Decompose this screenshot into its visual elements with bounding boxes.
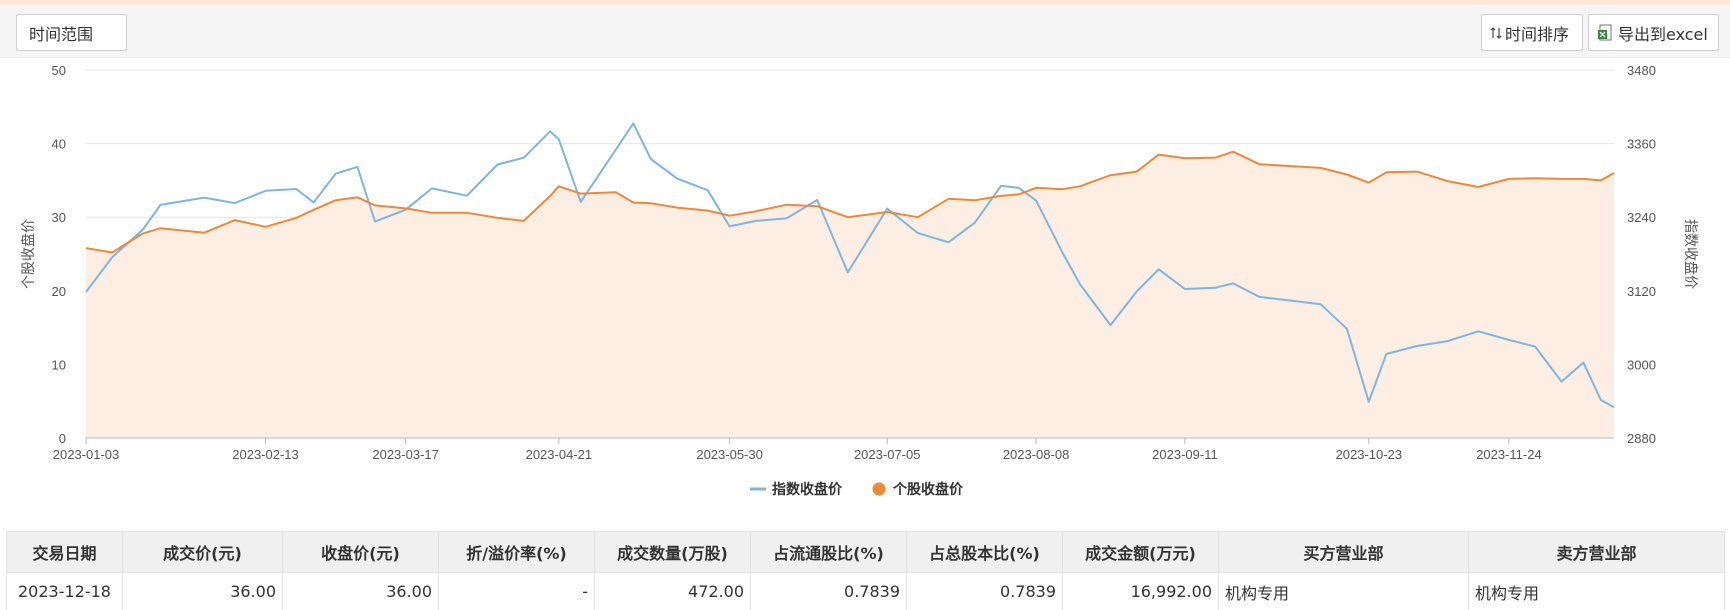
x-tick-label: 2023-09-11 (1152, 447, 1218, 462)
y-tick-label-left: 50 (52, 63, 66, 78)
header-amount[interactable]: 成交金额(万元) (1062, 531, 1219, 573)
y-tick-label-left: 30 (52, 210, 66, 225)
header-total-ratio[interactable]: 占总股本比(%) (906, 531, 1063, 573)
sort-arrows-icon (1490, 26, 1502, 40)
y-axis-title-right: 指数收盘价 (1682, 219, 1699, 289)
header-volume[interactable]: 成交数量(万股) (594, 531, 751, 573)
header-seller[interactable]: 卖方营业部 (1468, 531, 1725, 573)
excel-icon (1597, 24, 1615, 42)
stock-area-fill (86, 151, 1614, 438)
cell-float-ratio: 0.7839 (750, 572, 907, 610)
export-label: 导出到excel (1618, 24, 1708, 44)
export-excel-button[interactable]: 导出到excel (1588, 14, 1719, 51)
y-tick-label-right: 3480 (1627, 63, 1656, 78)
toolbar: 时间范围 时间排序 导出到excel (0, 5, 1730, 58)
block-trade-table: 交易日期 成交价(元) 收盘价(元) 折/溢价率(%) 成交数量(万股) 占流通… (6, 531, 1725, 610)
x-tick-label: 2023-02-13 (232, 447, 299, 462)
cell-trade-date: 2023-12-18 (6, 572, 123, 610)
x-tick-label: 2023-01-03 (53, 447, 120, 462)
x-tick-label: 2023-07-05 (854, 447, 921, 462)
header-deal-price[interactable]: 成交价(元) (122, 531, 283, 573)
y-tick-label-right: 3240 (1627, 210, 1656, 225)
cell-deal-price: 36.00 (122, 572, 283, 610)
legend-stock-label: 个股收盘价 (892, 481, 964, 498)
legend-stock-swatch (872, 482, 886, 496)
cell-seller: 机构专用 (1468, 572, 1725, 610)
y-tick-label-right: 3360 (1627, 137, 1656, 152)
header-premium-rate[interactable]: 折/溢价率(%) (438, 531, 595, 573)
time-sort-button[interactable]: 时间排序 (1481, 14, 1583, 51)
time-range-button[interactable]: 时间范围 (16, 14, 127, 51)
y-tick-label-left: 20 (52, 284, 66, 299)
cell-close-price: 36.00 (282, 572, 439, 610)
cell-volume: 472.00 (594, 572, 751, 610)
chart-canvas: 0 10 20 30 40 50 2880 3000 3120 3240 3360 3480 个股收盘价… (20, 63, 1699, 498)
y-tick-label-left: 10 (52, 357, 66, 372)
cell-total-ratio: 0.7839 (906, 572, 1063, 610)
header-close-price[interactable]: 收盘价(元) (282, 531, 439, 573)
time-sort-label: 时间排序 (1505, 24, 1570, 44)
y-tick-label-right: 3000 (1627, 357, 1656, 372)
x-tick-label: 2023-08-08 (1003, 447, 1070, 462)
price-chart: 0 10 20 30 40 50 2880 3000 3120 3240 3360 3480 个股收盘价… (0, 58, 1730, 508)
cell-amount: 16,992.00 (1062, 572, 1219, 610)
y-axis-title-left: 个股收盘价 (20, 219, 37, 289)
y-tick-label-right: 3120 (1627, 284, 1656, 299)
x-tick-label: 2023-04-21 (526, 447, 593, 462)
header-float-ratio[interactable]: 占流通股比(%) (750, 531, 907, 573)
time-range-label: 时间范围 (29, 24, 94, 44)
x-tick-label: 2023-10-23 (1336, 447, 1403, 462)
header-trade-date[interactable]: 交易日期 (6, 531, 123, 573)
y-tick-label-left: 0 (59, 431, 66, 446)
x-tick-label: 2023-11-24 (1476, 447, 1542, 462)
cell-buyer: 机构专用 (1218, 572, 1469, 610)
cell-premium-rate: - (438, 572, 595, 610)
y-tick-label-right: 2880 (1627, 431, 1656, 446)
x-tick-label: 2023-03-17 (372, 447, 439, 462)
x-tick-label: 2023-05-30 (696, 447, 763, 462)
header-buyer[interactable]: 买方营业部 (1218, 531, 1469, 573)
y-tick-label-left: 40 (52, 137, 66, 152)
table-row: 2023-12-18 36.00 36.00 - 472.00 0.7839 0… (6, 572, 1725, 610)
table-header-row: 交易日期 成交价(元) 收盘价(元) 折/溢价率(%) 成交数量(万股) 占流通… (6, 531, 1725, 573)
legend-index-label: 指数收盘价 (772, 481, 843, 498)
